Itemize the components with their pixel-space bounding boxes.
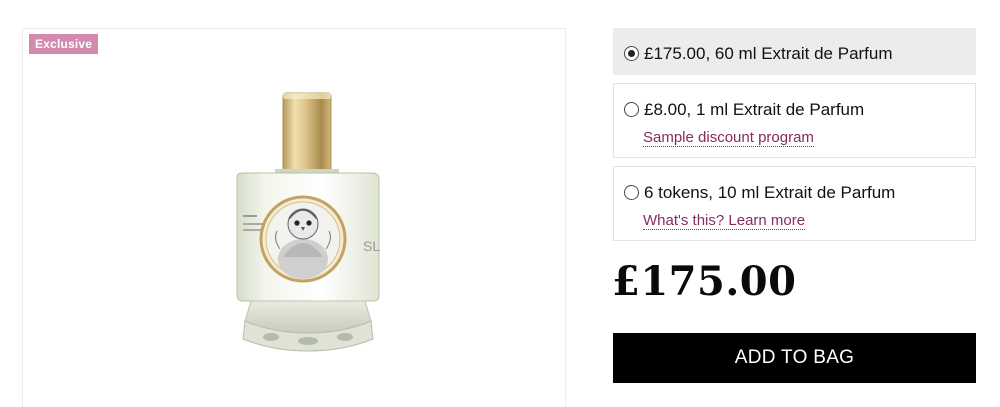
exclusive-badge: Exclusive [29, 34, 99, 54]
variant-label: £175.00, 60 ml Extrait de Parfum [644, 44, 893, 63]
add-to-bag-button[interactable]: ADD TO BAG [613, 333, 976, 383]
variant-options: £175.00, 60 ml Extrait de Parfum £8.00, … [613, 28, 976, 241]
radio-unselected[interactable] [624, 185, 639, 200]
variant-label: £8.00, 1 ml Extrait de Parfum [644, 100, 865, 119]
product-image[interactable]: SL [223, 89, 393, 389]
variant-option-60ml[interactable]: £175.00, 60 ml Extrait de Parfum [613, 28, 976, 75]
variant-option-10ml[interactable]: 6 tokens, 10 ml Extrait de Parfum What's… [613, 166, 976, 241]
product-image-panel: Exclusive SL [22, 28, 566, 407]
product-price: £175.00 [612, 258, 797, 305]
variant-option-1ml[interactable]: £8.00, 1 ml Extrait de Parfum Sample dis… [613, 83, 976, 158]
variant-label: 6 tokens, 10 ml Extrait de Parfum [644, 183, 896, 202]
radio-selected[interactable] [624, 46, 639, 61]
radio-unselected[interactable] [624, 102, 639, 117]
learn-more-link[interactable]: What's this? Learn more [643, 212, 806, 230]
product-page: Exclusive SL £175.00, 60 ml Extrait de P… [0, 0, 1000, 407]
sample-discount-link[interactable]: Sample discount program [643, 129, 814, 147]
svg-text:SL: SL [363, 238, 380, 254]
